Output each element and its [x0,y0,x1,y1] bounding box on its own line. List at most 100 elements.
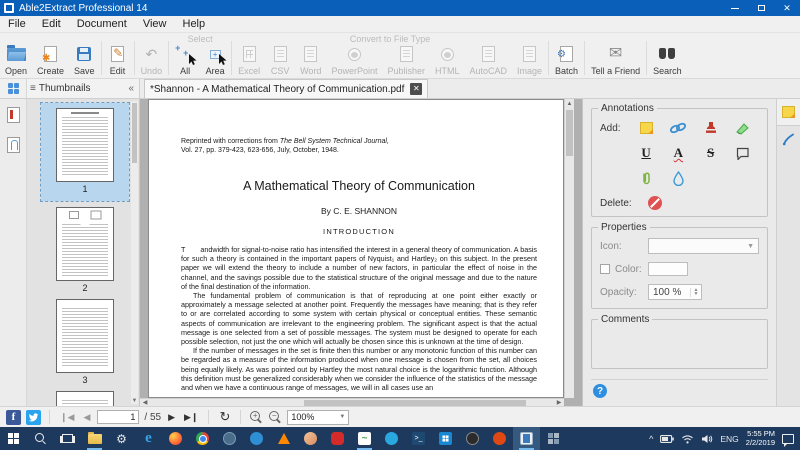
scroll-down-icon[interactable]: ▼ [131,398,138,404]
previous-page-button[interactable]: ◀ [81,412,92,423]
zoom-in-button[interactable]: + [249,410,263,424]
search-button[interactable]: Search [648,33,687,79]
vertical-scrollbar[interactable]: ▲ [564,99,574,398]
microsoft-store-button[interactable] [432,427,459,450]
horizontal-scroll-thumb[interactable] [304,400,526,406]
taskbar-search-button[interactable] [27,427,54,450]
firefox-button[interactable] [162,427,189,450]
crescent-app-button[interactable] [297,427,324,450]
task-view-button[interactable] [54,427,81,450]
ubuntu-button[interactable] [486,427,513,450]
delete-annotation-button[interactable] [648,196,662,210]
tray-clock[interactable]: 5:55 PM 2/2/2019 [746,430,775,447]
powershell-button[interactable]: >_ [405,427,432,450]
first-page-button[interactable]: ❙◀ [58,412,76,423]
save-button[interactable]: Save [69,33,100,79]
scroll-right-icon[interactable]: ▶ [554,399,564,406]
thumbnail-wrap [41,391,129,406]
annotations-panel-button[interactable] [7,107,20,123]
thumbnails-scrollbar[interactable]: ▼ [131,101,138,404]
globe-browser-button[interactable] [216,427,243,450]
signature-tab[interactable] [777,126,800,153]
tray-chevron-up-icon[interactable]: ^ [649,434,653,444]
maximize-button[interactable] [748,0,774,16]
battery-icon[interactable] [660,435,674,443]
help-button[interactable]: ? [593,384,607,398]
close-button[interactable]: ✕ [774,0,800,16]
tell-a-friend-button[interactable]: ✉ Tell a Friend [586,33,645,79]
attachments-panel-button[interactable] [7,137,20,153]
strikeout-tool[interactable]: S [702,144,720,162]
menu-edit[interactable]: Edit [34,17,69,31]
color-checkbox[interactable] [600,264,610,274]
stamp-tool[interactable] [702,119,720,137]
watermark-tool[interactable] [669,169,687,187]
page-thumbnail-3[interactable] [56,299,114,373]
open-button[interactable]: Open [0,33,32,79]
select-area-icon: + [205,44,225,64]
edge-icon: e [145,430,152,447]
menu-help[interactable]: Help [175,17,214,31]
tab-close-button[interactable]: ✕ [410,83,422,95]
wifi-icon[interactable] [681,434,694,444]
zoom-out-button[interactable]: − [268,410,282,424]
task-view-icon [62,434,73,443]
underline-tool[interactable]: U [637,144,655,162]
twitter-icon[interactable] [26,410,41,425]
convert-group-label: Convert to File Type [233,34,547,44]
vlc-button[interactable] [270,427,297,450]
collapse-panel-button[interactable]: « [126,83,136,94]
batch-button[interactable]: ⚙ Batch [550,33,583,79]
color-field[interactable] [648,262,688,276]
media-app-button[interactable] [243,427,270,450]
tiles-icon [548,433,559,444]
menu-file[interactable]: File [0,17,34,31]
hyperlink-tool[interactable] [669,119,687,137]
minimize-button[interactable] [722,0,748,16]
dark-circle-app-button[interactable] [459,427,486,450]
annotations-tab[interactable] [777,99,800,126]
thumbnail-page-number: 3 [41,375,129,385]
edge-button[interactable]: e [135,427,162,450]
horizontal-scrollbar[interactable]: ◀ ▶ [140,398,564,406]
opacity-spinner[interactable]: 100 % ▲▼ [648,284,702,300]
start-button[interactable] [0,427,27,450]
page-thumbnail-2[interactable] [56,207,114,281]
settings-button[interactable]: ⚙ [108,427,135,450]
callout-tool[interactable] [734,144,752,162]
scroll-left-icon[interactable]: ◀ [140,399,150,406]
page-number-input[interactable] [97,410,139,424]
edit-button[interactable]: ✎ Edit [103,33,133,79]
spin-down-icon[interactable]: ▼ [694,292,699,297]
able2extract-taskbar-button[interactable] [513,427,540,450]
attachment-tool[interactable] [637,169,655,187]
tiles-app-button[interactable] [540,427,567,450]
notepad-plus-plus-button[interactable]: ~ [351,427,378,450]
language-indicator[interactable]: ENG [720,434,738,444]
action-center-button[interactable] [782,434,794,444]
page-thumbnail-4[interactable] [56,391,114,406]
speaker-icon[interactable] [701,434,713,444]
messenger-app-button[interactable] [378,427,405,450]
pdf-page[interactable]: Reprinted with corrections from The Bell… [148,99,564,398]
chrome-button[interactable] [189,427,216,450]
highlight-tool[interactable] [734,119,752,137]
page-thumbnail-1[interactable] [56,108,114,182]
zoom-level-dropdown[interactable]: 100% ▼ [287,410,349,425]
scroll-up-icon[interactable]: ▲ [565,99,574,109]
menu-document[interactable]: Document [69,17,135,31]
menu-view[interactable]: View [135,17,175,31]
icon-dropdown[interactable]: ▼ [648,238,759,254]
vertical-scroll-thumb[interactable] [566,110,573,156]
red-app-button[interactable] [324,427,351,450]
create-button[interactable]: ✱ Create [32,33,69,79]
rotate-button[interactable]: ↻ [217,409,232,425]
document-tab[interactable]: *Shannon - A Mathematical Theory of Comm… [144,79,428,98]
squiggly-underline-tool[interactable]: A [669,144,687,162]
sticky-note-tool[interactable] [637,119,655,137]
last-page-button[interactable]: ▶❙ [182,412,200,423]
facebook-icon[interactable]: f [6,410,21,425]
next-page-button[interactable]: ▶ [166,412,177,423]
file-explorer-button[interactable] [81,427,108,450]
thumbnails-view-button[interactable] [0,79,27,98]
